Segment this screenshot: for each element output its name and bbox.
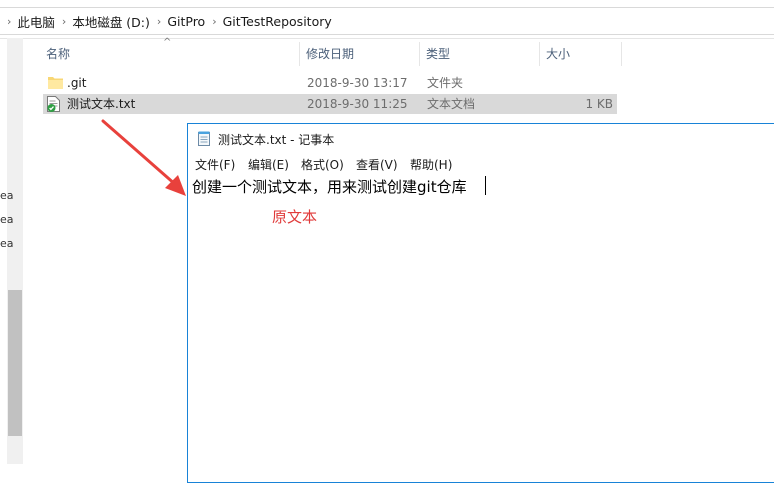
address-bar: › 此电脑 › 本地磁盘 (D:) › GitPro › GitTestRepo…: [0, 0, 774, 39]
nav-pane-scrollbar-thumb[interactable]: [8, 290, 22, 436]
notepad-window[interactable]: 测试文本.txt - 记事本 文件(F) 编辑(E) 格式(O) 查看(V) 帮…: [187, 123, 774, 483]
file-date: 2018-9-30 13:17: [307, 76, 408, 90]
column-headers: 名称 修改日期 类型 大小: [40, 42, 622, 66]
file-row-test-text[interactable]: 测试文本.txt 2018-9-30 11:25 文本文档 1 KB: [43, 94, 617, 114]
notepad-icon: [198, 131, 210, 146]
file-type: 文件夹: [427, 76, 464, 90]
breadcrumb-gittestrepository[interactable]: GitTestRepository: [223, 14, 332, 29]
nav-pane-item[interactable]: ea: [0, 189, 14, 202]
menu-file[interactable]: 文件(F): [195, 156, 235, 173]
chevron-right-icon[interactable]: ›: [212, 15, 216, 28]
chevron-right-icon[interactable]: ›: [157, 15, 161, 28]
breadcrumb-this-pc[interactable]: 此电脑: [17, 12, 55, 31]
folder-icon: [48, 77, 63, 89]
annotation-label: 原文本: [272, 208, 318, 226]
breadcrumb-gitpro[interactable]: GitPro: [167, 14, 205, 29]
column-header-date[interactable]: 修改日期: [300, 42, 420, 66]
text-file-icon: [47, 96, 60, 112]
menu-edit[interactable]: 编辑(E): [248, 156, 289, 173]
menu-view[interactable]: 查看(V): [356, 156, 398, 173]
nav-pane-item[interactable]: ea: [0, 213, 14, 226]
notepad-titlebar[interactable]: 测试文本.txt - 记事本: [188, 124, 774, 152]
file-size: 1 KB: [585, 97, 613, 111]
file-name: .git: [67, 76, 87, 90]
column-header-type[interactable]: 类型: [420, 42, 540, 66]
menu-help[interactable]: 帮助(H): [410, 156, 452, 173]
notepad-text-area[interactable]: 创建一个测试文本，用来测试创建git仓库: [192, 176, 467, 197]
column-header-name[interactable]: 名称: [40, 42, 300, 66]
notepad-menubar: 文件(F) 编辑(E) 格式(O) 查看(V) 帮助(H): [188, 152, 774, 174]
file-row-git-folder[interactable]: .git 2018-9-30 13:17 文件夹: [43, 73, 617, 93]
file-date: 2018-9-30 11:25: [307, 97, 408, 111]
chevron-right-icon[interactable]: ›: [62, 15, 66, 28]
breadcrumb[interactable]: › 此电脑 › 本地磁盘 (D:) › GitPro › GitTestRepo…: [0, 7, 774, 35]
menu-format[interactable]: 格式(O): [301, 156, 344, 173]
file-name: 测试文本.txt: [67, 97, 136, 111]
column-header-size[interactable]: 大小: [540, 42, 622, 66]
chevron-right-icon: ›: [7, 14, 12, 28]
text-caret: [485, 176, 486, 195]
notepad-title: 测试文本.txt - 记事本: [218, 133, 335, 147]
file-type: 文本文档: [427, 97, 476, 111]
breadcrumb-local-disk[interactable]: 本地磁盘 (D:): [72, 12, 150, 31]
nav-pane-item[interactable]: ea: [0, 237, 14, 250]
